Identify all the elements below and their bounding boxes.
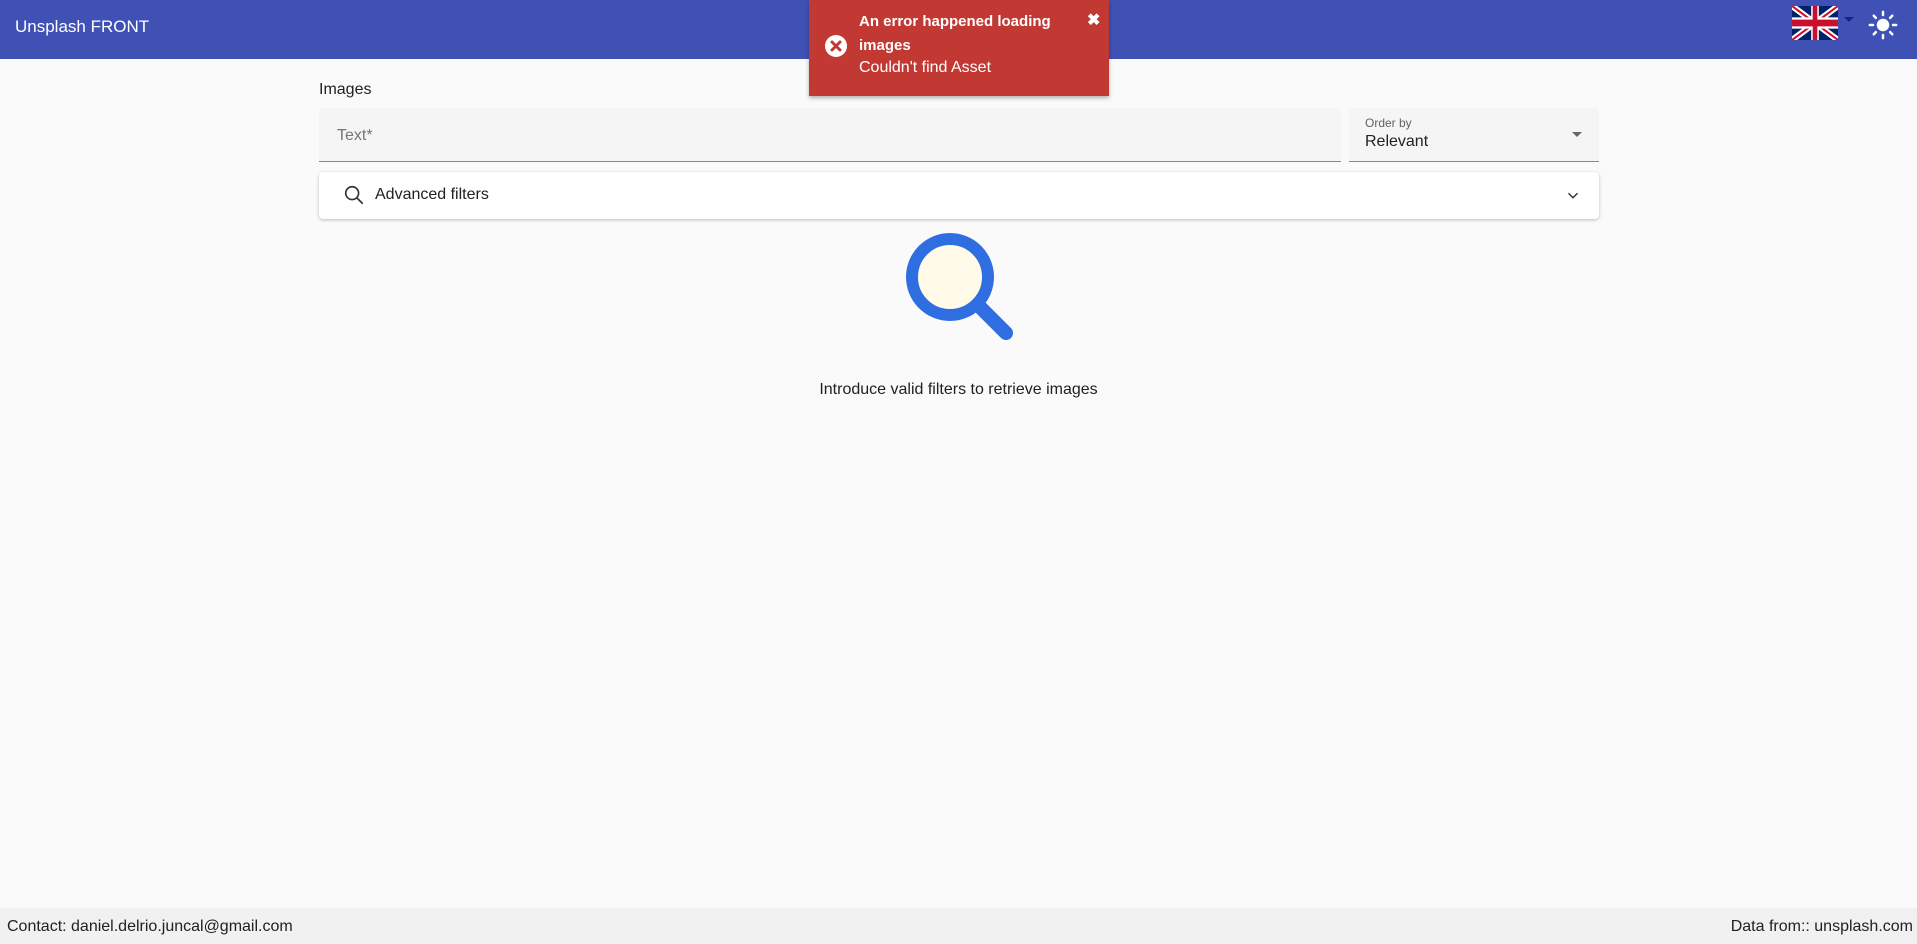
order-by-value: Relevant (1365, 133, 1429, 150)
magnifier-icon (906, 233, 1013, 340)
chevron-down-icon (1568, 192, 1578, 199)
uk-flag-icon (1792, 6, 1838, 40)
footer: Contact: daniel.delrio.juncal@gmail.com … (0, 908, 1917, 944)
language-selector[interactable] (1792, 6, 1856, 42)
empty-state-message: Introduce valid filters to retrieve imag… (819, 381, 1098, 398)
order-by-select[interactable]: Order by Relevant (1349, 108, 1599, 162)
text-field[interactable] (319, 108, 1341, 162)
footer-source: Data from:: unsplash.com (1730, 918, 1913, 935)
footer-contact: Contact: daniel.delrio.juncal@gmail.com (7, 918, 293, 935)
search-icon (344, 185, 364, 205)
section-label: Images (319, 81, 372, 98)
order-by-label: Order by (1365, 116, 1412, 130)
error-toast: An error happened loading images Couldn'… (809, 0, 1109, 96)
close-icon[interactable]: ✖ (1087, 10, 1100, 30)
toast-title: An error happened loading images (859, 13, 1051, 54)
error-circle-icon (825, 35, 847, 57)
search-text-input[interactable] (335, 123, 1319, 149)
app-title: Unsplash FRONT (15, 17, 150, 36)
dropdown-arrow-icon (1572, 132, 1582, 137)
advanced-filters-panel[interactable]: Advanced filters (319, 172, 1599, 219)
dropdown-caret-icon (1844, 17, 1854, 22)
toast-message: Couldn't find Asset (859, 59, 992, 76)
sun-icon[interactable] (1868, 10, 1898, 40)
advanced-filters-label: Advanced filters (375, 186, 489, 203)
